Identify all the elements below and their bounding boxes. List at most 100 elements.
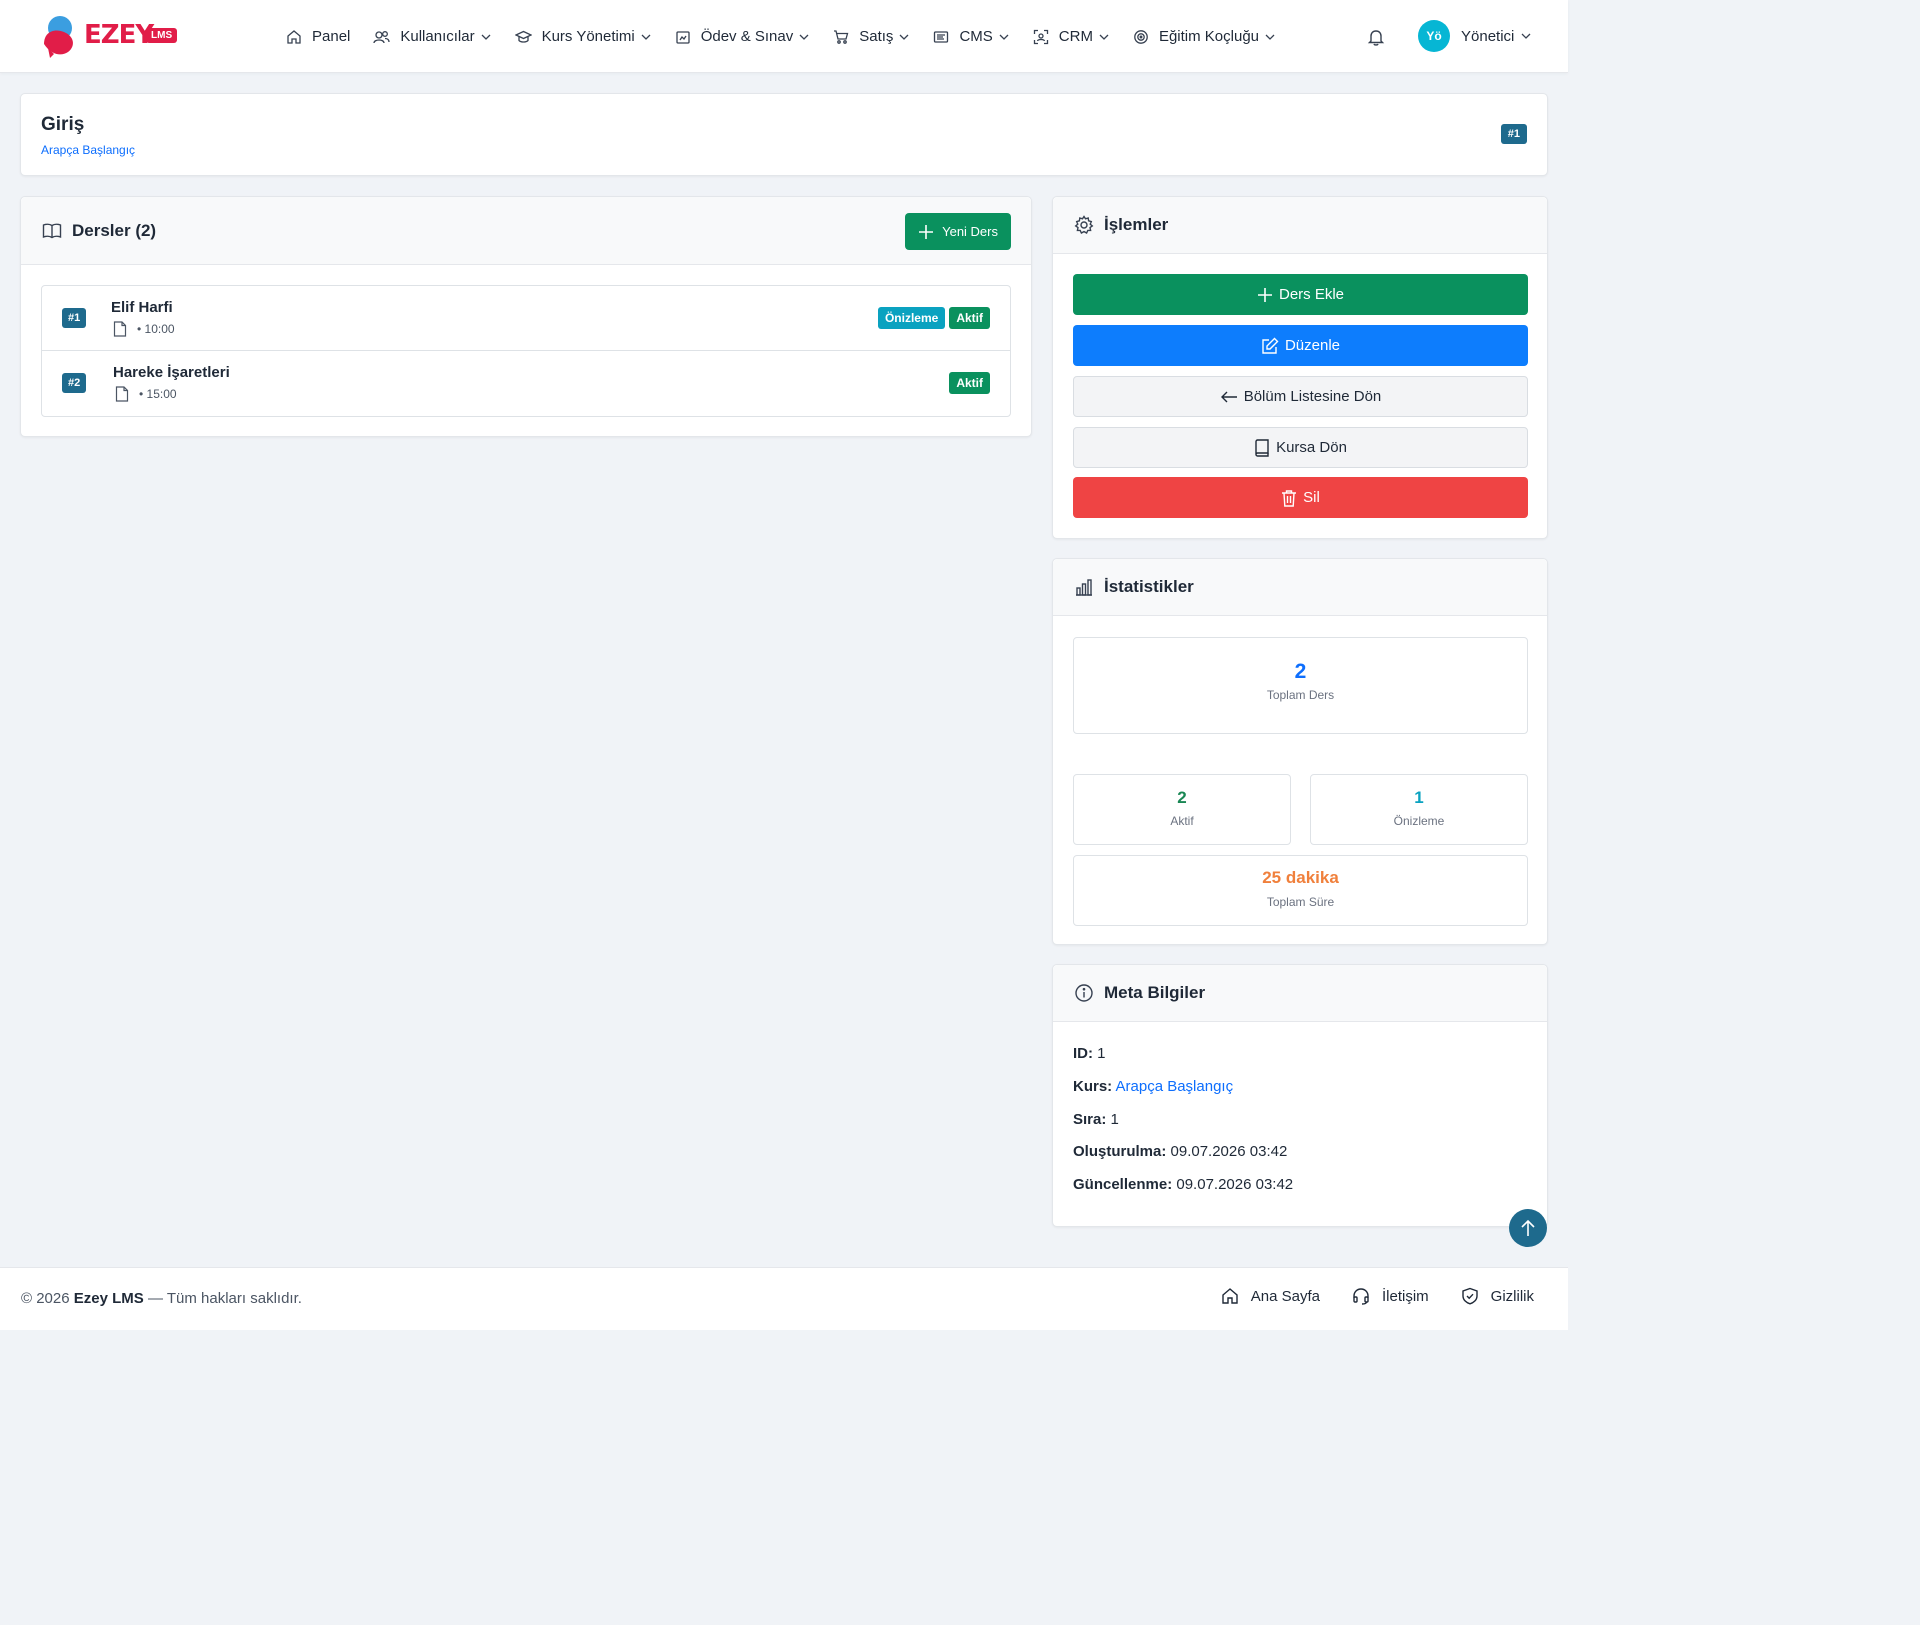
meta-id-row: ID: 1	[1073, 1045, 1106, 1062]
meta-info-card: Meta Bilgiler ID: 1 Kurs: Arapça Başlang…	[1052, 964, 1548, 1227]
lesson-meta: • 10:00	[113, 321, 175, 337]
nav-coaching[interactable]: Eğitim Koçluğu	[1133, 28, 1276, 45]
nav-users-label: Kullanıcılar	[400, 28, 475, 45]
back-to-sections-button[interactable]: Bölüm Listesine Dön	[1073, 376, 1528, 417]
copyright-prefix: © 2026	[21, 1290, 70, 1307]
add-lesson-button[interactable]: Ders Ekle	[1073, 274, 1528, 315]
meta-order-label: Sıra:	[1073, 1111, 1107, 1128]
total-lessons-label: Toplam Ders	[1266, 688, 1335, 702]
lesson-duration: • 15:00	[139, 387, 177, 401]
chevron-down-icon	[481, 34, 491, 40]
top-navbar: EZEY LMS Panel Kullanıcılar Kurs Yönetim…	[0, 0, 1568, 73]
page-title: Giriş	[41, 114, 85, 135]
lesson-title[interactable]: Elif Harfi	[111, 299, 173, 316]
copyright: © 2026 Ezey LMS — Tüm hakları saklıdır.	[21, 1290, 302, 1307]
new-lesson-button[interactable]: Yeni Ders	[905, 213, 1011, 250]
footer-links: Ana Sayfa İletişim Gizlilik	[1189, 1287, 1534, 1305]
user-menu[interactable]: Yö Yönetici	[1418, 20, 1532, 52]
logo[interactable]: EZEY LMS	[40, 14, 182, 58]
course-link[interactable]: Arapça Başlangıç	[41, 143, 135, 157]
logo-mark-icon	[44, 16, 73, 58]
gear-icon	[1074, 215, 1094, 234]
nav-cms-label: CMS	[959, 28, 993, 45]
meta-course-link[interactable]: Arapça Başlangıç	[1116, 1078, 1234, 1095]
back-to-sections-label: Bölüm Listesine Dön	[1243, 388, 1382, 405]
actions-card-header: İşlemler	[1053, 197, 1547, 254]
scroll-to-top-button[interactable]	[1509, 1209, 1547, 1247]
file-icon	[115, 386, 129, 402]
notifications-button[interactable]	[1366, 27, 1386, 47]
meta-id-label: ID:	[1073, 1045, 1093, 1062]
book-icon	[1255, 438, 1269, 457]
avatar: Yö	[1418, 20, 1450, 52]
list-item[interactable]: #2 Hareke İşaretleri • 15:00 Aktif	[42, 351, 1010, 416]
footer-link-contact-label: İletişim	[1381, 1287, 1429, 1305]
back-to-course-button[interactable]: Kursa Dön	[1073, 427, 1528, 468]
preview-value: 1	[1414, 788, 1424, 807]
lessons-card: Dersler (2) Yeni Ders #1 Elif Harfi • 10…	[20, 196, 1032, 437]
footer-link-privacy[interactable]: Gizlilik	[1461, 1287, 1534, 1305]
footer-link-home-label: Ana Sayfa	[1250, 1287, 1320, 1305]
delete-label: Sil	[1303, 489, 1320, 506]
cart-icon	[834, 29, 849, 44]
plus-icon	[919, 224, 934, 239]
back-to-course-label: Kursa Dön	[1276, 439, 1347, 456]
lesson-title[interactable]: Hareke İşaretleri	[113, 364, 230, 381]
new-lesson-label: Yeni Ders	[942, 224, 998, 239]
lesson-meta: • 15:00	[115, 386, 177, 402]
nav-users[interactable]: Kullanıcılar	[373, 28, 491, 45]
nav-crm-label: CRM	[1058, 28, 1093, 45]
crm-icon	[1033, 29, 1048, 44]
clipboard-icon	[676, 30, 690, 44]
target-icon	[1134, 29, 1148, 44]
list-item[interactable]: #1 Elif Harfi • 10:00 Önizleme Aktif	[42, 286, 1010, 351]
chevron-down-icon	[1265, 34, 1275, 40]
meta-id-value: 1	[1097, 1045, 1106, 1062]
total-duration-label: Toplam Süre	[1266, 895, 1335, 909]
lesson-duration: • 10:00	[137, 322, 175, 336]
active-value: 2	[1177, 788, 1187, 807]
nav-homework-exam[interactable]: Ödev & Sınav	[675, 28, 811, 45]
plus-icon	[1257, 287, 1272, 302]
home-icon	[1222, 1288, 1238, 1304]
edit-button[interactable]: Düzenle	[1073, 325, 1528, 366]
shield-check-icon	[1461, 1287, 1478, 1305]
nav-crm[interactable]: CRM	[1033, 28, 1110, 45]
preview-badge: Önizleme	[877, 307, 946, 329]
cms-icon	[934, 30, 949, 43]
meta-updated-value: 09.07.2026 03:42	[1176, 1176, 1294, 1193]
meta-created-row: Oluşturulma: 09.07.2026 03:42	[1073, 1143, 1287, 1160]
nav-course-management[interactable]: Kurs Yönetimi	[514, 28, 652, 45]
lesson-list: #1 Elif Harfi • 10:00 Önizleme Aktif #2 …	[41, 285, 1011, 417]
footer-link-home[interactable]: Ana Sayfa	[1221, 1287, 1320, 1305]
meta-created-value: 09.07.2026 03:42	[1170, 1143, 1288, 1160]
nav-panel[interactable]: Panel	[286, 28, 350, 45]
logo-badge: LMS	[146, 28, 178, 43]
lessons-title: Dersler (2)	[72, 220, 157, 240]
nav-homework-exam-label: Ödev & Sınav	[700, 28, 794, 45]
nav-course-management-label: Kurs Yönetimi	[541, 28, 635, 45]
footer-link-privacy-label: Gizlilik	[1490, 1287, 1534, 1305]
lesson-number-badge: #2	[62, 373, 87, 393]
statistics-card: İstatistikler 2 Toplam Ders 2 Aktif 1 Ön…	[1052, 558, 1548, 945]
nav-coaching-label: Eğitim Koçluğu	[1158, 28, 1260, 45]
delete-button[interactable]: Sil	[1073, 477, 1528, 518]
main-nav: Panel Kullanıcılar Kurs Yönetimi Ödev & …	[286, 0, 1299, 73]
headset-icon	[1353, 1288, 1369, 1305]
chevron-down-icon	[1521, 33, 1531, 39]
users-icon	[373, 30, 391, 43]
logo-text: EZEY	[84, 20, 154, 50]
chevron-down-icon	[641, 34, 651, 40]
trash-icon	[1282, 489, 1297, 507]
actions-card: İşlemler Ders Ekle Düzenle Bölüm Listesi…	[1052, 196, 1548, 539]
copyright-suffix: — Tüm hakları saklıdır.	[147, 1290, 302, 1307]
nav-sales[interactable]: Satış	[833, 28, 910, 45]
nav-cms[interactable]: CMS	[933, 28, 1009, 45]
statistics-card-header: İstatistikler	[1053, 559, 1547, 616]
lessons-card-header: Dersler (2)	[21, 197, 1031, 265]
footer-link-contact[interactable]: İletişim	[1352, 1287, 1429, 1305]
copyright-brand: Ezey LMS	[73, 1290, 144, 1307]
info-icon	[1075, 984, 1093, 1002]
bar-chart-icon	[1076, 579, 1092, 596]
chevron-down-icon	[999, 34, 1009, 40]
